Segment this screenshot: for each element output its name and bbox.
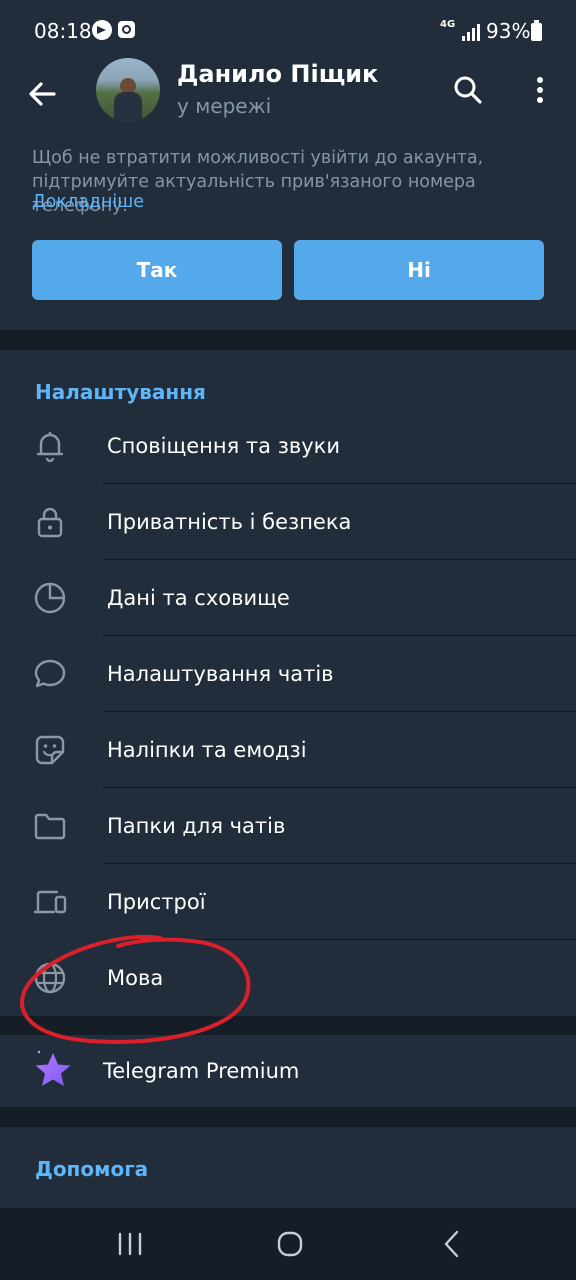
recent-apps-button[interactable] xyxy=(110,1228,150,1260)
more-options-button[interactable] xyxy=(520,70,560,110)
settings-item-label: Налаштування чатів xyxy=(107,662,334,686)
section-divider xyxy=(0,330,576,350)
folder-icon xyxy=(34,813,66,840)
back-button[interactable] xyxy=(22,74,62,114)
settings-section-title: Налаштування xyxy=(35,380,206,404)
phone-verification-banner: Щоб не втратити можливості увійти до ака… xyxy=(0,132,576,330)
bell-icon xyxy=(36,431,64,463)
settings-item-label: Приватність і безпека xyxy=(107,510,352,534)
profile-header: Данило Піщик у мережі xyxy=(0,58,576,132)
system-nav-bar xyxy=(0,1208,576,1280)
online-status: у мережі xyxy=(177,94,272,118)
search-button[interactable] xyxy=(448,70,488,110)
battery-icon xyxy=(531,20,542,41)
no-button[interactable]: Ні xyxy=(294,240,544,300)
help-section: Допомога xyxy=(0,1127,576,1208)
settings-section: Налаштування Сповіщення та звуки Приватн… xyxy=(0,350,576,1016)
settings-item-label: Мова xyxy=(107,966,164,990)
settings-item-label: Наліпки та емодзі xyxy=(107,738,307,762)
sticker-icon xyxy=(35,735,65,765)
premium-label: Telegram Premium xyxy=(103,1059,300,1083)
section-divider xyxy=(0,1016,576,1035)
status-time: 08:18 xyxy=(34,19,92,43)
settings-item-label: Пристрої xyxy=(107,890,206,914)
settings-item-privacy[interactable]: Приватність і безпека xyxy=(0,484,576,560)
home-button[interactable] xyxy=(270,1224,310,1264)
avatar[interactable] xyxy=(96,58,160,122)
profile-name: Данило Піщик xyxy=(177,60,379,88)
settings-item-data-storage[interactable]: Дані та сховище xyxy=(0,560,576,636)
devices-icon xyxy=(33,890,67,914)
settings-item-language[interactable]: Мова xyxy=(0,940,576,1016)
pie-chart-icon xyxy=(34,582,66,614)
section-divider xyxy=(0,1107,576,1127)
settings-item-label: Дані та сховище xyxy=(107,586,290,610)
lock-icon xyxy=(37,507,63,538)
globe-icon xyxy=(34,962,66,994)
status-bar: 08:18 4G 93% xyxy=(0,0,576,62)
arrow-left-icon xyxy=(29,82,56,106)
settings-item-label: Папки для чатів xyxy=(107,814,286,838)
yes-button[interactable]: Так xyxy=(32,240,282,300)
settings-item-folders[interactable]: Папки для чатів xyxy=(0,788,576,864)
learn-more-link[interactable]: Докладніше xyxy=(32,192,144,212)
chat-bubble-icon xyxy=(34,659,66,688)
settings-item-stickers[interactable]: Наліпки та емодзі xyxy=(0,712,576,788)
settings-item-chat-settings[interactable]: Налаштування чатів xyxy=(0,636,576,712)
help-section-title: Допомога xyxy=(35,1157,149,1181)
search-icon xyxy=(454,76,482,104)
telegram-premium-item[interactable]: Telegram Premium xyxy=(0,1035,576,1107)
premium-star-icon xyxy=(35,1050,71,1086)
network-type: 4G xyxy=(440,19,456,30)
notification-app-icon xyxy=(118,21,135,38)
battery-percent: 93% xyxy=(486,19,531,43)
settings-item-notifications[interactable]: Сповіщення та звуки xyxy=(0,408,576,484)
signal-icon xyxy=(462,21,482,41)
notification-icon xyxy=(92,20,112,40)
settings-item-devices[interactable]: Пристрої xyxy=(0,864,576,940)
system-back-button[interactable] xyxy=(432,1224,472,1264)
more-vertical-icon xyxy=(537,77,543,103)
settings-item-label: Сповіщення та звуки xyxy=(107,434,340,458)
